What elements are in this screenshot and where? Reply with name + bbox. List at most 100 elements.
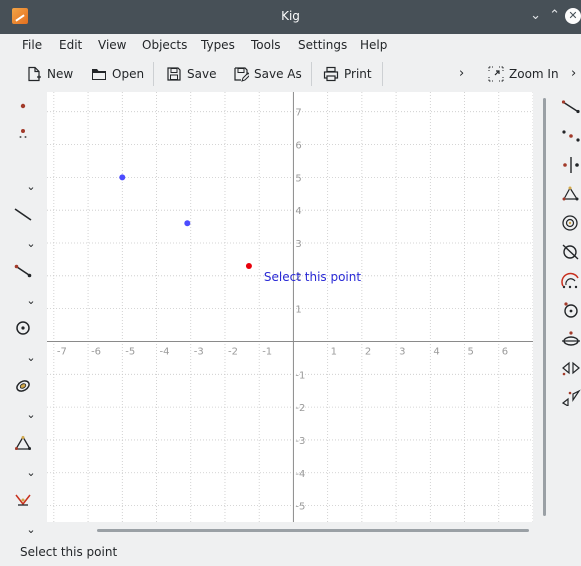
intersection-icon[interactable] <box>561 243 581 261</box>
menu-objects[interactable]: Objects <box>142 38 187 52</box>
y-tick-label: 3 <box>295 239 301 250</box>
menu-file[interactable]: File <box>22 38 42 52</box>
y-tick-label: 6 <box>295 141 301 152</box>
spiral-icon[interactable] <box>561 214 581 232</box>
print-button[interactable]: Print <box>323 64 372 84</box>
toolbar-separator <box>153 62 154 86</box>
menu-help[interactable]: Help <box>360 38 387 52</box>
midpoint-icon[interactable] <box>561 127 581 145</box>
x-tick-label: -3 <box>194 346 204 357</box>
y-tick-label: -1 <box>295 370 305 381</box>
open-button[interactable]: Open <box>91 64 144 84</box>
menu-bar: File Edit View Objects Types Tools Setti… <box>0 34 581 56</box>
triangle-tool-icon[interactable] <box>13 435 33 451</box>
new-document-icon <box>28 66 41 82</box>
menu-edit[interactable]: Edit <box>59 38 82 52</box>
toolbar-separator <box>311 62 312 86</box>
close-button[interactable]: ✕ <box>565 8 581 24</box>
vertical-scrollbar[interactable] <box>543 98 546 516</box>
menu-types[interactable]: Types <box>201 38 235 52</box>
save-as-icon <box>234 67 249 82</box>
maximize-button[interactable]: ⌃ <box>549 8 560 24</box>
left-tool-palette: ⌄ ⌄ ⌄ ⌄ ⌄ ⌄ ⌄ <box>0 92 46 540</box>
expand-chevron[interactable]: ⌄ <box>24 408 38 421</box>
arc-icon[interactable] <box>561 272 581 290</box>
expand-chevron[interactable]: ⌄ <box>24 180 38 193</box>
y-tick-label: 1 <box>295 305 301 316</box>
x-tick-label: -6 <box>91 346 101 357</box>
expand-chevron[interactable]: ⌄ <box>24 294 38 307</box>
expand-chevron[interactable]: ⌄ <box>24 237 38 250</box>
hover-tooltip-label: Select this point <box>264 270 361 284</box>
x-tick-label: -5 <box>125 346 135 357</box>
line-tool-icon[interactable] <box>13 206 33 222</box>
zoom-in-icon <box>488 66 504 82</box>
toolbar-overflow-chevron[interactable]: › <box>459 66 464 81</box>
save-as-button[interactable]: Save As <box>233 64 302 84</box>
y-tick-label: -2 <box>295 403 305 414</box>
translation-icon[interactable] <box>561 359 581 377</box>
save-as-label: Save As <box>254 67 302 81</box>
mirror-point-icon[interactable] <box>561 156 581 174</box>
save-label: Save <box>187 67 217 81</box>
y-tick-label: -3 <box>295 436 305 447</box>
x-tick-label: -4 <box>160 346 170 357</box>
new-button[interactable]: New <box>26 64 73 84</box>
new-label: New <box>47 67 74 81</box>
x-tick-label: 2 <box>365 346 371 357</box>
segment-tool-icon[interactable] <box>13 263 33 279</box>
window-title: Kig <box>281 9 300 23</box>
title-bar: Kig ⌄ ⌃ ✕ <box>0 0 581 34</box>
x-tick-label: 1 <box>331 346 337 357</box>
vector-icon[interactable] <box>561 98 581 116</box>
line-through-circle-icon[interactable] <box>561 330 581 348</box>
print-label: Print <box>344 67 372 81</box>
triangle-points-icon[interactable] <box>561 185 581 203</box>
minimize-button[interactable]: ⌄ <box>530 8 541 24</box>
toolbar-overflow-chevron-2[interactable]: › <box>571 66 576 81</box>
geometry-point[interactable] <box>119 174 126 181</box>
y-tick-label: 4 <box>295 206 301 217</box>
save-button[interactable]: Save <box>166 64 216 84</box>
status-bar: Select this point <box>0 541 581 566</box>
printer-icon <box>323 66 339 82</box>
folder-open-icon <box>92 69 106 80</box>
open-label: Open <box>112 67 145 81</box>
y-tick-label: 5 <box>295 173 301 184</box>
main-toolbar: New Open Save Save As Print › Zoom In › <box>0 58 581 90</box>
constrained-point-icon[interactable] <box>13 126 33 142</box>
x-tick-label: 4 <box>433 346 439 357</box>
geometry-point[interactable] <box>245 262 252 269</box>
right-tool-palette <box>558 92 581 422</box>
status-text: Select this point <box>20 545 118 559</box>
x-tick-label: 3 <box>399 346 405 357</box>
toolbar-separator <box>382 62 383 86</box>
x-tick-label: 5 <box>468 346 474 357</box>
horizontal-scrollbar[interactable] <box>97 529 529 532</box>
transform-tool-icon[interactable] <box>13 492 33 508</box>
save-icon <box>167 67 181 81</box>
zoom-in-label: Zoom In <box>509 67 559 81</box>
point-tool-icon[interactable] <box>13 98 33 114</box>
drawing-canvas[interactable]: -7 -6 -5 -4 -3 -2 -1 1 2 3 4 5 6 7 6 5 4 3 2 1 -1 -2 -3 -4 -5 Sel… <box>47 92 533 522</box>
circle-tool-icon[interactable] <box>13 320 33 336</box>
conic-tool-icon[interactable] <box>13 378 33 394</box>
menu-settings[interactable]: Settings <box>298 38 347 52</box>
menu-view[interactable]: View <box>98 38 126 52</box>
rotation-icon[interactable] <box>561 388 581 406</box>
menu-tools[interactable]: Tools <box>251 38 281 52</box>
expand-chevron[interactable]: ⌄ <box>24 466 38 479</box>
y-tick-label: -4 <box>295 469 305 480</box>
y-tick-label: -5 <box>295 502 305 513</box>
x-tick-label: -1 <box>262 346 272 357</box>
x-tick-label: -2 <box>228 346 238 357</box>
x-tick-label: 6 <box>502 346 508 357</box>
zoom-in-button[interactable]: Zoom In <box>488 64 559 84</box>
circle-by-center-icon[interactable] <box>561 301 581 319</box>
x-tick-label: -7 <box>57 346 67 357</box>
geometry-point[interactable] <box>184 220 191 227</box>
y-tick-label: 7 <box>295 108 301 119</box>
expand-chevron[interactable]: ⌄ <box>24 523 38 536</box>
expand-chevron[interactable]: ⌄ <box>24 351 38 364</box>
coordinate-plane[interactable]: -7 -6 -5 -4 -3 -2 -1 1 2 3 4 5 67654321-1-2-3-4-5Sel… <box>47 92 533 522</box>
